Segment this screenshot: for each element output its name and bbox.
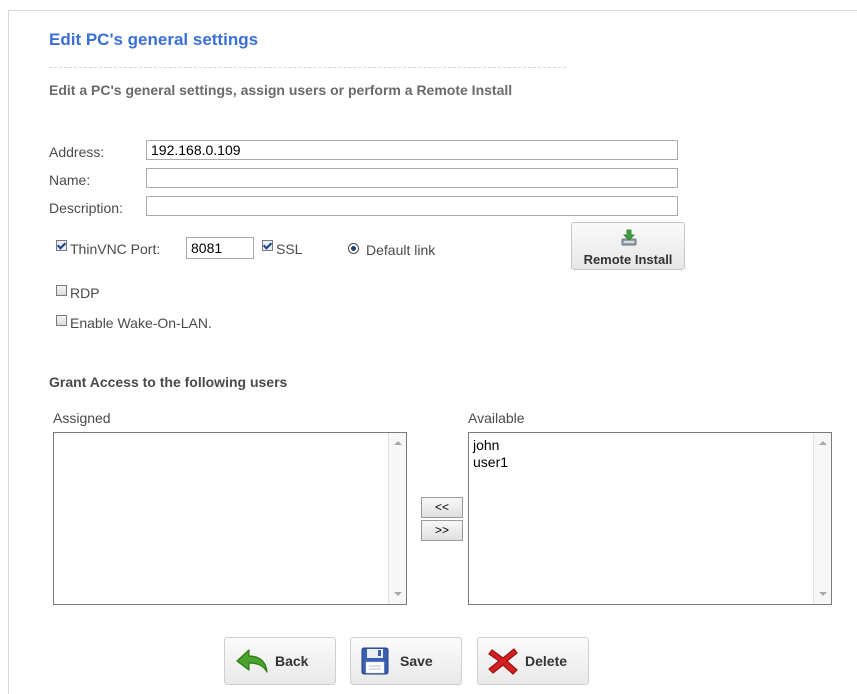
wake-on-lan-checkbox[interactable]	[56, 315, 67, 326]
list-item[interactable]: john	[473, 437, 508, 454]
name-label: Name:	[49, 172, 91, 188]
delete-button[interactable]: Delete	[477, 637, 589, 685]
download-tray-icon	[620, 229, 638, 252]
description-input[interactable]	[146, 196, 678, 216]
delete-label: Delete	[525, 653, 568, 669]
remote-install-button[interactable]: Remote Install	[571, 222, 685, 270]
remote-install-label: Remote Install	[583, 252, 673, 267]
scroll-down-icon[interactable]	[819, 592, 827, 596]
address-label: Address:	[49, 144, 105, 160]
back-arrow-icon	[236, 649, 268, 673]
save-button[interactable]: Save	[350, 637, 462, 685]
rdp-checkbox[interactable]	[56, 285, 67, 296]
red-x-icon	[488, 648, 518, 675]
page-title: Edit PC's general settings	[49, 30, 259, 49]
thinvnc-port-label: ThinVNC Port:	[70, 241, 161, 257]
available-label: Available	[468, 410, 525, 426]
save-label: Save	[400, 653, 433, 669]
scroll-up-icon[interactable]	[819, 441, 827, 445]
scroll-down-icon[interactable]	[394, 592, 402, 596]
scroll-up-icon[interactable]	[394, 441, 402, 445]
assigned-listbox[interactable]	[53, 432, 407, 605]
rdp-label: RDP	[70, 285, 100, 301]
page-subtitle: Edit a PC's general settings, assign use…	[49, 82, 513, 98]
available-scrollbar[interactable]	[813, 433, 831, 604]
thinvnc-checkbox[interactable]	[56, 240, 67, 251]
thinvnc-port-input[interactable]	[186, 237, 254, 259]
title-divider	[49, 67, 566, 68]
ssl-label: SSL	[276, 241, 303, 257]
assigned-scrollbar[interactable]	[388, 433, 406, 604]
name-input[interactable]	[146, 168, 678, 188]
description-label: Description:	[49, 200, 123, 216]
back-button[interactable]: Back	[224, 637, 336, 685]
floppy-disk-icon	[361, 647, 389, 675]
address-input[interactable]	[146, 140, 678, 160]
grant-access-heading: Grant Access to the following users	[49, 374, 288, 390]
assigned-label: Assigned	[53, 410, 111, 426]
ssl-checkbox[interactable]	[262, 240, 273, 251]
wake-on-lan-label: Enable Wake-On-LAN.	[70, 315, 212, 331]
list-item[interactable]: user1	[473, 454, 508, 471]
move-to-available-button[interactable]: >>	[421, 520, 463, 541]
default-link-label: Default link	[366, 242, 436, 258]
default-link-radio[interactable]	[348, 243, 359, 254]
available-listbox[interactable]: john user1	[468, 432, 832, 605]
move-to-assigned-button[interactable]: <<	[421, 497, 463, 518]
back-label: Back	[275, 653, 309, 669]
